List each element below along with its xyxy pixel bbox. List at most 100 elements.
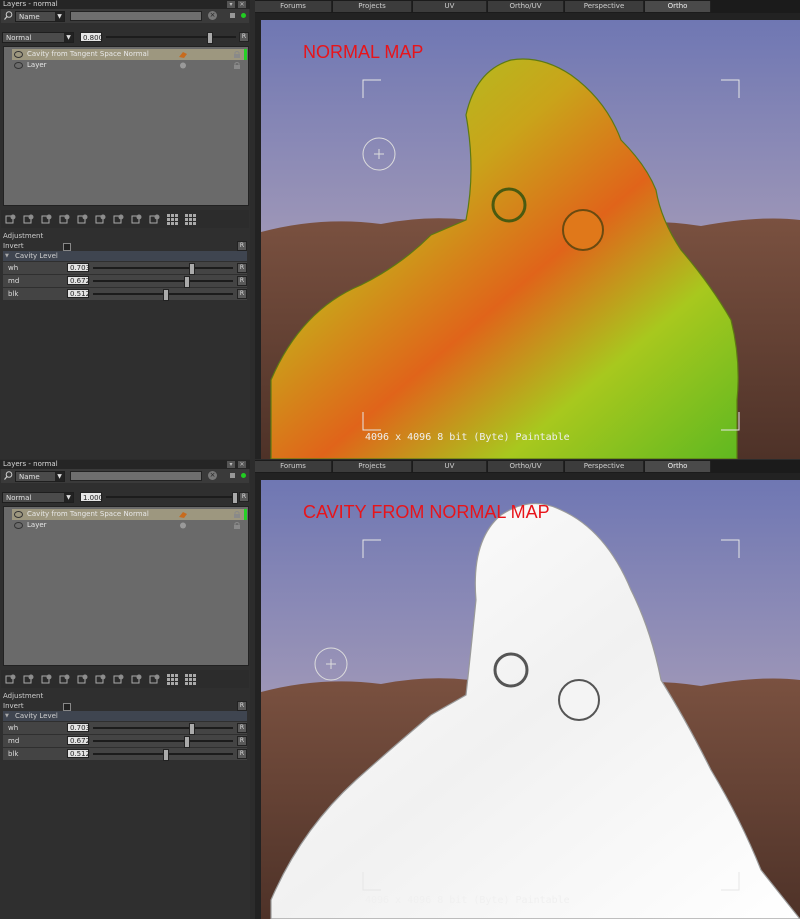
layer-merge-icon[interactable] xyxy=(77,214,88,225)
toggle-icon[interactable] xyxy=(230,473,235,478)
layer-row[interactable]: Cavity from Tangent Space Normal xyxy=(12,509,247,520)
opacity-value[interactable]: 1.000 xyxy=(80,492,103,502)
param-reset-button[interactable]: R xyxy=(237,736,247,746)
eye-icon[interactable] xyxy=(14,511,23,518)
minimize-icon[interactable]: ▾ xyxy=(227,461,235,468)
cavity-level-group[interactable]: ▼ Cavity Level xyxy=(3,251,247,261)
tab-forums[interactable]: Forums xyxy=(255,461,332,472)
fx-icon[interactable] xyxy=(179,51,187,58)
opacity-slider[interactable] xyxy=(106,492,238,504)
layer-paint-icon[interactable] xyxy=(59,674,70,685)
search-mode-dropdown[interactable]: Name ▼ xyxy=(15,11,65,22)
tab-forums[interactable]: Forums xyxy=(255,1,332,12)
search-icon[interactable] xyxy=(4,11,13,20)
param-value[interactable]: 0.703 xyxy=(67,263,90,272)
tab-ortho[interactable]: Ortho xyxy=(645,461,711,472)
lock-icon[interactable] xyxy=(234,522,240,529)
eye-icon[interactable] xyxy=(14,51,23,58)
param-slider-thumb[interactable] xyxy=(162,289,169,301)
tab-ortho-uv[interactable]: Ortho/UV xyxy=(488,461,564,472)
fx-icon[interactable] xyxy=(179,522,187,529)
opacity-reset-button[interactable]: R xyxy=(239,492,249,502)
layer-row[interactable]: Layer xyxy=(12,520,246,531)
layer-fill-icon[interactable] xyxy=(41,214,52,225)
eye-icon[interactable] xyxy=(14,62,23,69)
param-value[interactable]: 0.512 xyxy=(67,749,90,758)
tab-uv[interactable]: UV xyxy=(413,1,487,12)
lock-icon[interactable] xyxy=(234,62,240,69)
param-value[interactable]: 0.512 xyxy=(67,289,90,298)
layer-row[interactable]: Layer xyxy=(12,60,246,71)
opacity-value[interactable]: 0.800 xyxy=(80,32,103,42)
layer-paint-icon[interactable] xyxy=(59,214,70,225)
fx-icon[interactable] xyxy=(179,511,187,518)
layer-grid-icon[interactable] xyxy=(167,214,178,225)
tab-projects[interactable]: Projects xyxy=(333,461,412,472)
opacity-slider-thumb[interactable] xyxy=(206,32,213,44)
param-slider-thumb[interactable] xyxy=(188,263,195,275)
clear-icon[interactable]: × xyxy=(208,471,217,480)
tab-ortho-uv[interactable]: Ortho/UV xyxy=(488,1,564,12)
lock-icon[interactable] xyxy=(234,51,240,58)
layer-copy-icon[interactable] xyxy=(23,674,34,685)
invert-reset-button[interactable]: R xyxy=(237,241,247,251)
search-icon[interactable] xyxy=(4,471,13,480)
param-reset-button[interactable]: R xyxy=(237,723,247,733)
tab-perspective[interactable]: Perspective xyxy=(565,461,644,472)
layer-mask-icon[interactable] xyxy=(131,674,142,685)
param-slider[interactable] xyxy=(93,276,233,288)
layer-list-icon[interactable] xyxy=(149,674,160,685)
layer-adjust-icon[interactable] xyxy=(95,674,106,685)
tab-perspective[interactable]: Perspective xyxy=(565,1,644,12)
close-icon[interactable]: ✕ xyxy=(238,1,246,8)
param-slider[interactable] xyxy=(93,749,233,761)
param-slider[interactable] xyxy=(93,289,233,301)
3d-viewport[interactable]: CAVITY FROM NORMAL MAP 4096 x 4096 8 bit … xyxy=(261,480,800,919)
invert-checkbox[interactable] xyxy=(63,703,71,711)
invert-checkbox[interactable] xyxy=(63,243,71,251)
lock-icon[interactable] xyxy=(234,511,240,518)
collapse-icon[interactable]: ▼ xyxy=(5,711,9,721)
3d-viewport[interactable]: NORMAL MAP 4096 x 4096 8 bit (Byte) Paint… xyxy=(261,20,800,459)
param-value[interactable]: 0.672 xyxy=(67,736,90,745)
search-input[interactable] xyxy=(70,471,202,481)
layer-list-icon[interactable] xyxy=(149,214,160,225)
layer-copy-icon[interactable] xyxy=(23,214,34,225)
search-mode-dropdown[interactable]: Name ▼ xyxy=(15,471,65,482)
toggle-icon[interactable] xyxy=(230,13,235,18)
param-reset-button[interactable]: R xyxy=(237,289,247,299)
layer-grid-icon[interactable] xyxy=(185,674,196,685)
param-reset-button[interactable]: R xyxy=(237,263,247,273)
param-value[interactable]: 0.703 xyxy=(67,723,90,732)
clear-icon[interactable]: × xyxy=(208,11,217,20)
close-icon[interactable]: ✕ xyxy=(238,461,246,468)
layer-row[interactable]: Cavity from Tangent Space Normal xyxy=(12,49,247,60)
layer-add-icon[interactable] xyxy=(5,674,16,685)
opacity-reset-button[interactable]: R xyxy=(239,32,249,42)
param-reset-button[interactable]: R xyxy=(237,276,247,286)
layer-grid-icon[interactable] xyxy=(167,674,178,685)
layer-fill-icon[interactable] xyxy=(41,674,52,685)
fx-icon[interactable] xyxy=(179,62,187,69)
opacity-slider[interactable] xyxy=(106,32,236,44)
minimize-icon[interactable]: ▾ xyxy=(227,1,235,8)
layer-merge-icon[interactable] xyxy=(77,674,88,685)
param-value[interactable]: 0.672 xyxy=(67,276,90,285)
invert-reset-button[interactable]: R xyxy=(237,701,247,711)
opacity-slider-thumb[interactable] xyxy=(232,492,238,504)
layer-mask-icon[interactable] xyxy=(131,214,142,225)
param-slider-thumb[interactable] xyxy=(184,276,191,288)
param-slider-thumb[interactable] xyxy=(184,736,191,748)
tab-uv[interactable]: UV xyxy=(413,461,487,472)
search-input[interactable] xyxy=(70,11,202,21)
eye-icon[interactable] xyxy=(14,522,23,529)
param-slider[interactable] xyxy=(93,723,233,735)
blend-mode-dropdown[interactable]: Normal ▼ xyxy=(2,492,74,503)
layer-group-icon[interactable] xyxy=(113,214,124,225)
layer-add-icon[interactable] xyxy=(5,214,16,225)
layer-group-icon[interactable] xyxy=(113,674,124,685)
collapse-icon[interactable]: ▼ xyxy=(5,251,9,261)
param-reset-button[interactable]: R xyxy=(237,749,247,759)
layer-adjust-icon[interactable] xyxy=(95,214,106,225)
param-slider-thumb[interactable] xyxy=(188,723,195,735)
